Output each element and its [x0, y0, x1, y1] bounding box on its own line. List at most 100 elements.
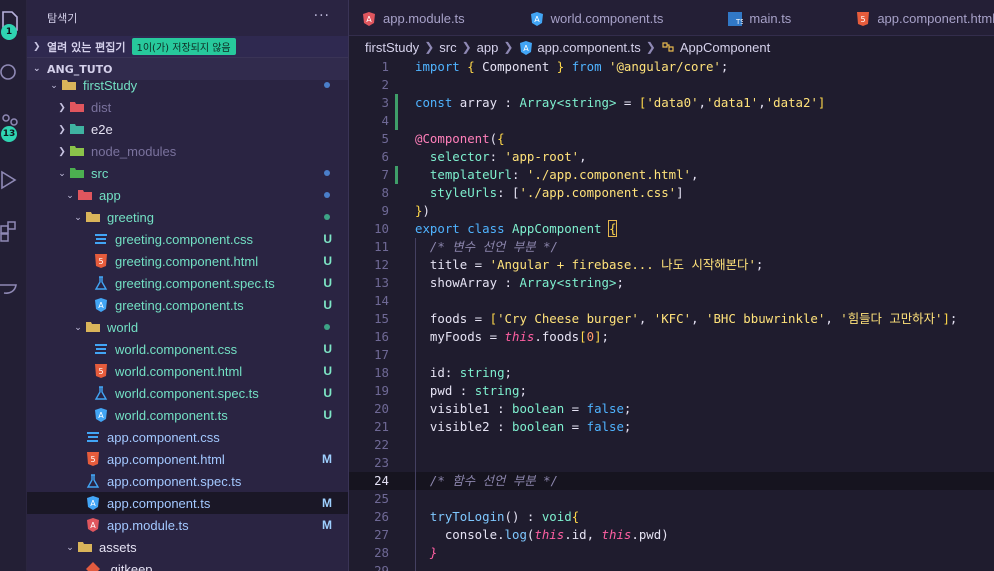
tree-item[interactable]: 5 world.component.html U — [27, 360, 348, 382]
code-token: false — [586, 419, 624, 434]
search-icon — [0, 64, 16, 80]
ts-icon: TS — [727, 11, 746, 26]
code-line[interactable]: 5 @Component({ — [349, 130, 994, 148]
tree-item[interactable]: app.component.css — [27, 426, 348, 448]
tree-item[interactable]: ❯ e2e — [27, 118, 348, 140]
editor-area: Aapp.module.ts Aworld.component.ts TS main.… — [349, 0, 994, 571]
code-line[interactable]: 26 tryToLogin() : void{ — [349, 508, 994, 526]
tree-item[interactable]: greeting.component.spec.ts U — [27, 272, 348, 294]
breadcrumb-item[interactable]: AppComponent — [680, 40, 770, 55]
extensions-activity-button[interactable] — [0, 210, 27, 250]
code-line[interactable]: 3 const array : Array<string> = ['data0',… — [349, 94, 994, 112]
code-token: ; — [623, 401, 632, 416]
line-number: 23 — [374, 455, 389, 470]
breadcrumb-item[interactable]: app.component.ts — [537, 40, 640, 55]
code-line[interactable]: 25 — [349, 490, 994, 508]
tree-item[interactable]: app.component.spec.ts — [27, 470, 348, 492]
extensions-icon — [0, 221, 16, 242]
code-token: , — [579, 149, 587, 164]
explorer-activity-button[interactable]: 1 — [0, 2, 27, 42]
code-line[interactable]: 1 import { Component } from '@angular/cor… — [349, 58, 994, 76]
code-line[interactable]: 9}) — [349, 202, 994, 220]
editor-tab[interactable]: 5 app.component.html — [843, 0, 994, 36]
folder-node-icon — [69, 143, 85, 159]
code-line[interactable]: 18 id: string; — [349, 364, 994, 382]
scm-activity-button[interactable]: 13 — [0, 104, 27, 144]
angular-icon: A — [93, 297, 109, 313]
code-line[interactable]: 11 /* 변수 선언 부분 */ — [349, 238, 994, 256]
explorer-title: 탐색기 — [47, 12, 78, 25]
tree-item[interactable]: ⌄ greeting — [27, 206, 348, 228]
code-line[interactable]: 17 — [349, 346, 994, 364]
html-icon: 5 — [85, 451, 101, 467]
code-token: this — [504, 329, 535, 344]
breadcrumb-item[interactable]: firstStudy — [365, 40, 419, 55]
tree-item[interactable]: 5 app.component.html M — [27, 448, 348, 470]
code-line[interactable]: 13 showArray : Array<string>; — [349, 274, 994, 292]
tree-item[interactable]: greeting.component.css U — [27, 228, 348, 250]
docker-activity-button[interactable] — [0, 265, 27, 305]
tree-item[interactable]: Aapp.module.ts M — [27, 514, 348, 536]
tree-item[interactable]: world.component.css U — [27, 338, 348, 360]
tree-item[interactable]: world.component.spec.ts U — [27, 382, 348, 404]
open-editors-section[interactable]: ❯ 열려 있는 편집기 1이(가) 저장되지 않음 — [27, 36, 348, 58]
code-line[interactable]: 22 — [349, 436, 994, 454]
code-line[interactable]: 21 visible2 : boolean = false; — [349, 418, 994, 436]
code-line[interactable]: 24 /* 함수 선언 부분 */ — [349, 472, 994, 490]
code-line[interactable]: 19 pwd : string; — [349, 382, 994, 400]
tree-item[interactable]: Agreeting.component.ts U — [27, 294, 348, 316]
code-token: '힘들다 고만하자' — [840, 311, 943, 326]
code-line[interactable]: 7 templateUrl: './app.component.html', — [349, 166, 994, 184]
code-editor[interactable]: 1 import { Component } from '@angular/cor… — [349, 58, 994, 571]
code-line[interactable]: 28 } — [349, 544, 994, 562]
search-activity-button[interactable] — [0, 52, 27, 92]
code-line[interactable]: 14 — [349, 292, 994, 310]
svg-text:5: 5 — [861, 15, 866, 24]
svg-text:A: A — [534, 15, 540, 24]
code-line[interactable]: 16 myFoods = this.foods[0]; — [349, 328, 994, 346]
code-line[interactable]: 2 — [349, 76, 994, 94]
svg-text:A: A — [98, 411, 104, 420]
tree-item-label: src — [91, 165, 109, 181]
tree-item[interactable]: Aapp.component.ts M — [27, 492, 348, 514]
indent-guide — [415, 490, 416, 508]
code-line[interactable]: 20 visible1 : boolean = false; — [349, 400, 994, 418]
tree-item[interactable]: ⌄ world — [27, 316, 348, 338]
debug-activity-button[interactable] — [0, 160, 27, 200]
code-line[interactable]: 10 export class AppComponent { — [349, 220, 994, 238]
editor-tab[interactable]: Aworld.component.ts — [517, 0, 676, 36]
code-token: ; — [720, 59, 729, 74]
breadcrumb-item[interactable]: app — [477, 40, 499, 55]
editor-tab[interactable]: Aapp.module.ts — [349, 0, 477, 36]
tree-item[interactable]: ⌄ firstStudy — [27, 74, 348, 96]
tree-item[interactable]: ⌄ src — [27, 162, 348, 184]
line-number: 17 — [374, 347, 389, 362]
tree-item[interactable]: ❯ dist — [27, 96, 348, 118]
tree-item[interactable]: 5 greeting.component.html U — [27, 250, 348, 272]
code-token: , — [691, 167, 699, 182]
docker-icon — [0, 284, 17, 294]
line-number: 29 — [374, 563, 389, 571]
breadcrumb-item[interactable]: src — [439, 40, 456, 55]
code-line[interactable]: 12 title = 'Angular + firebase... 나도 시작해… — [349, 256, 994, 274]
modified-dot — [324, 170, 330, 176]
tree-item[interactable]: .gitkeep — [27, 558, 348, 571]
code-line[interactable]: 23 — [349, 454, 994, 472]
code-token: = — [467, 311, 490, 326]
editor-tab[interactable]: TS main.ts — [715, 0, 803, 36]
code-line[interactable]: 8 styleUrls: ['./app.component.css'] — [349, 184, 994, 202]
code-line[interactable]: 6 selector: 'app-root', — [349, 148, 994, 166]
html-icon: 5 — [93, 253, 109, 269]
tree-item[interactable]: ⌄ app — [27, 184, 348, 206]
code-line[interactable]: 15 foods = ['Cry Cheese burger', 'KFC', … — [349, 310, 994, 328]
tree-item-label: world.component.css — [115, 341, 238, 357]
ellipsis-icon[interactable]: ··· — [314, 8, 330, 24]
tree-item[interactable]: ❯ node_modules — [27, 140, 348, 162]
code-token: { — [571, 509, 580, 524]
line-number: 16 — [374, 329, 389, 344]
tree-item[interactable]: Aworld.component.ts U — [27, 404, 348, 426]
code-line[interactable]: 4 — [349, 112, 994, 130]
code-line[interactable]: 27 console.log(this.id, this.pwd) — [349, 526, 994, 544]
tree-item[interactable]: ⌄ assets — [27, 536, 348, 558]
code-line[interactable]: 29 — [349, 562, 994, 571]
